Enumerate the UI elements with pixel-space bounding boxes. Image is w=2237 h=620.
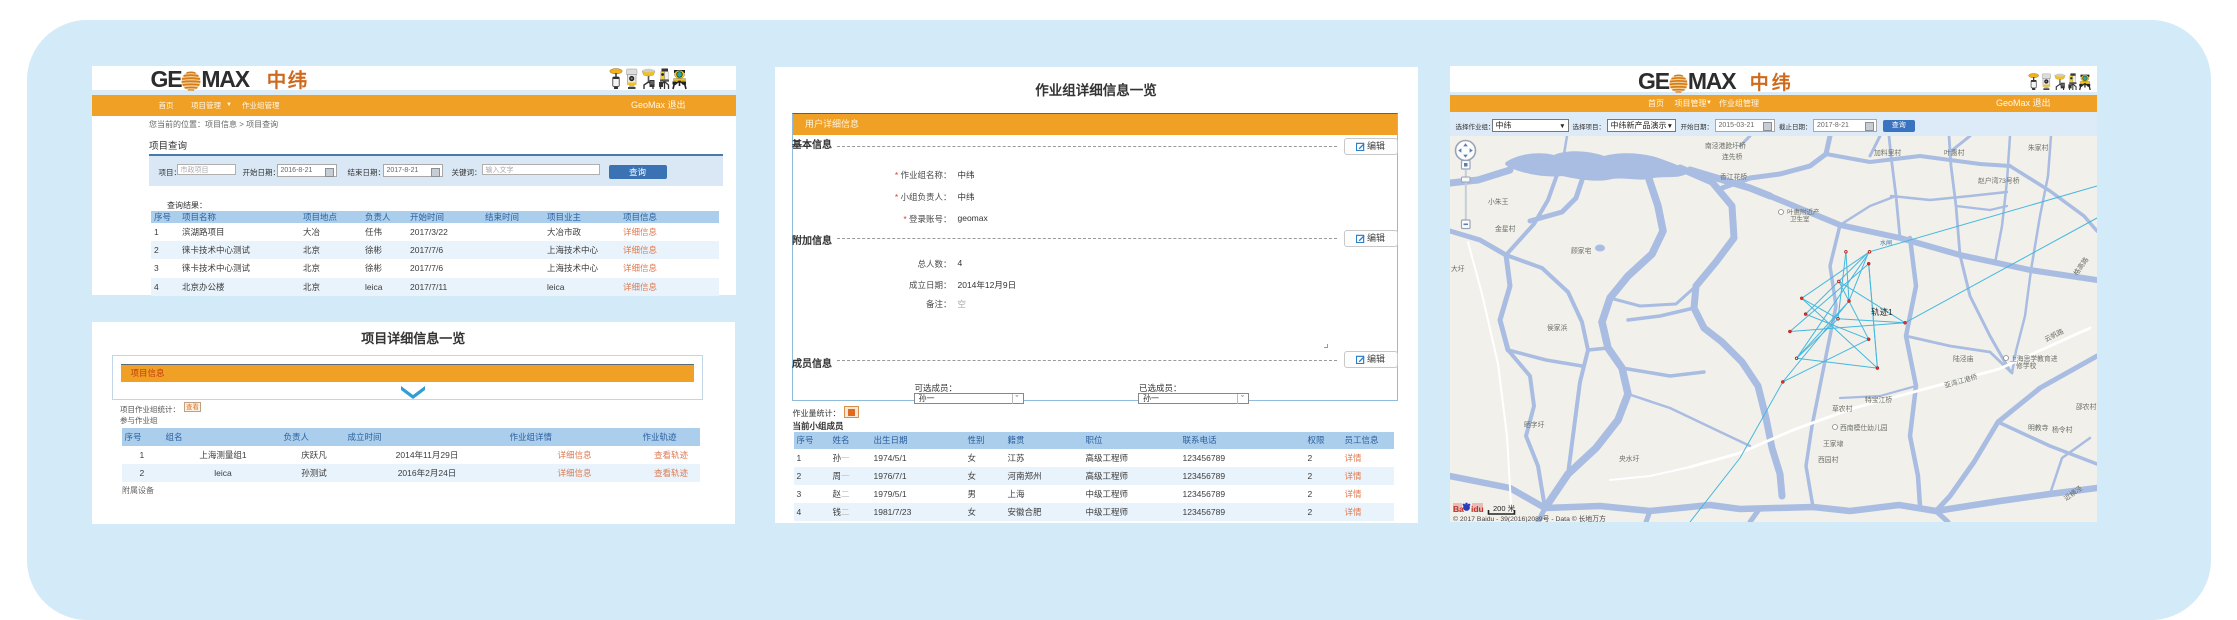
svg-text:200 米: 200 米 [1493,503,1516,513]
svg-text:王家埭: 王家埭 [1823,439,1844,448]
svg-text:西南模仕幼儿园: 西南模仕幼儿园 [1840,423,1888,432]
svg-text:金星村: 金星村 [1495,224,1516,233]
svg-text:轨迹1: 轨迹1 [1871,307,1893,317]
svg-text:明教寺: 明教寺 [2028,423,2049,432]
svg-text:草农村: 草农村 [1832,404,1853,413]
svg-text:卫生室: 卫生室 [1790,214,1810,223]
svg-text:朱家村: 朱家村 [2028,143,2049,152]
svg-text:陆泾庙: 陆泾庙 [1953,354,1974,363]
svg-text:大圩: 大圩 [1451,264,1465,273]
svg-text:上海思学教育进: 上海思学教育进 [2010,354,2058,363]
svg-text:水闸: 水闸 [1880,239,1892,247]
svg-text:叶惠村: 叶惠村 [1944,148,1965,157]
svg-text:晒字圩: 晒字圩 [1524,420,1545,429]
svg-text:连先桥: 连先桥 [1722,152,1743,161]
svg-text:杨令村: 杨令村 [2052,425,2073,434]
svg-text:加料里村: 加料里村 [1874,148,1901,157]
svg-text:特宝江桥: 特宝江桥 [1865,395,1892,404]
svg-text:香江花桥: 香江花桥 [1720,172,1747,181]
svg-text:南泾港跄圩桥: 南泾港跄圩桥 [1705,141,1746,150]
svg-text:侯家浜: 侯家浜 [1547,323,1568,332]
svg-text:修学校: 修学校 [2016,361,2037,370]
svg-text:小朱王: 小朱王 [1488,197,1509,206]
svg-text:© 2017 Baidu - 39(2016)2089号 -: © 2017 Baidu - 39(2016)2089号 - Data © 长地… [1453,514,1606,522]
svg-text:赵户湾73号桥: 赵户湾73号桥 [1978,176,2020,185]
svg-text:叶惠附近产: 叶惠附近产 [1787,207,1820,216]
svg-text:邵农村: 邵农村 [2076,402,2097,411]
svg-text:西园村: 西园村 [1818,455,1839,464]
svg-text:顾家宅: 顾家宅 [1571,246,1592,255]
svg-text:央水圩: 央水圩 [1619,454,1640,463]
